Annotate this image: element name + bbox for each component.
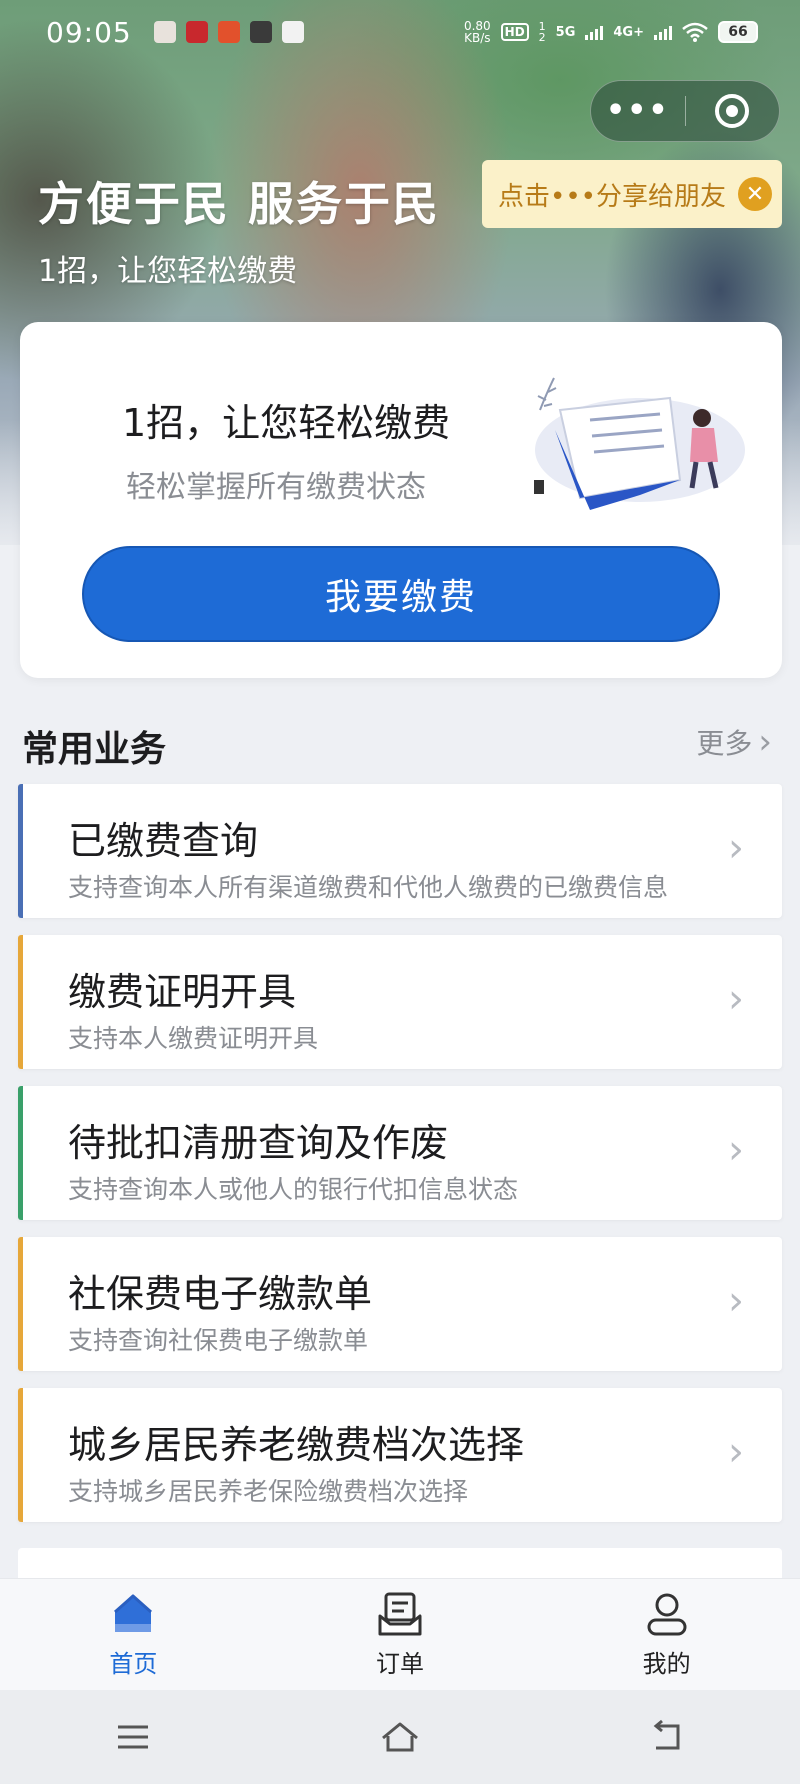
pay-now-button[interactable]: 我要缴费 xyxy=(82,546,720,642)
service-title: 城乡居民养老缴费档次选择 xyxy=(68,1423,525,1467)
home-icon xyxy=(382,1722,418,1752)
menu-icon xyxy=(118,1725,149,1749)
tab-label: 我的 xyxy=(642,1650,691,1678)
network-5g-label: 5G xyxy=(555,24,576,40)
tab-orders[interactable]: 订单 xyxy=(330,1590,470,1679)
target-icon xyxy=(715,94,750,128)
chevron-right-icon: › xyxy=(728,976,744,1022)
sim-indicator: 1 2 xyxy=(538,20,546,44)
service-list: 已缴费查询 支持查询本人所有渠道缴费和代他人缴费的已缴费信息 › 缴费证明开具 … xyxy=(18,784,782,1539)
tab-label: 订单 xyxy=(375,1650,424,1678)
battery-icon: 66 xyxy=(718,21,758,43)
music-notification-icon xyxy=(281,21,304,43)
signal-icon xyxy=(585,24,604,40)
status-time: 09:05 xyxy=(46,15,132,49)
menu-button[interactable] xyxy=(93,1707,173,1767)
status-indicators: 0.80 KB/s HD 1 2 5G 4G+ 66 xyxy=(464,20,758,44)
system-nav-bar xyxy=(0,1690,800,1784)
video-notification-icon xyxy=(249,21,272,43)
service-item-e-payment-slip[interactable]: 社保费电子缴款单 支持查询社保费电子缴款单 › xyxy=(18,1237,782,1371)
tab-bar: 首页 订单 我的 xyxy=(0,1578,800,1690)
accent-bar xyxy=(18,784,23,918)
service-description: 支持城乡居民养老保险缴费档次选择 xyxy=(68,1477,469,1506)
chevron-right-icon: › xyxy=(728,1278,744,1324)
section-title: 常用业务 xyxy=(22,729,167,770)
more-dots-icon: ••• xyxy=(605,93,670,128)
service-item-pension-level[interactable]: 城乡居民养老缴费档次选择 支持城乡居民养老保险缴费档次选择 › xyxy=(18,1388,782,1522)
close-miniprogram-button[interactable] xyxy=(686,81,780,141)
service-title: 待批扣清册查询及作废 xyxy=(68,1121,449,1165)
mail-notification-icon xyxy=(153,21,176,43)
service-title: 已缴费查询 xyxy=(68,819,259,863)
accent-bar xyxy=(18,1086,23,1220)
service-item-paid-query[interactable]: 已缴费查询 支持查询本人所有渠道缴费和代他人缴费的已缴费信息 › xyxy=(18,784,782,918)
share-tip-text: 点击•••分享给朋友 xyxy=(498,181,727,212)
wifi-icon xyxy=(682,22,708,42)
more-link[interactable]: 更多 › xyxy=(696,722,772,762)
pay-card: 1招，让您轻松缴费 轻松掌握所有缴费状态 我要缴费 xyxy=(20,322,782,678)
miniprogram-capsule: ••• xyxy=(590,80,780,142)
app-notification-icon xyxy=(217,21,240,43)
system-home-button[interactable] xyxy=(360,1707,440,1767)
chevron-right-icon: › xyxy=(728,825,744,871)
tab-home[interactable]: 首页 xyxy=(63,1590,203,1679)
hd-icon: HD xyxy=(500,23,529,41)
order-icon xyxy=(378,1592,422,1636)
tab-profile[interactable]: 我的 xyxy=(597,1590,737,1679)
more-button[interactable]: ••• xyxy=(591,81,685,141)
service-item-payment-certificate[interactable]: 缴费证明开具 支持本人缴费证明开具 › xyxy=(18,935,782,1069)
signal-icon xyxy=(654,24,672,40)
back-button[interactable] xyxy=(627,1707,707,1767)
home-icon xyxy=(114,1594,153,1632)
pay-card-title: 1招，让您轻松缴费 xyxy=(122,401,451,445)
service-title: 缴费证明开具 xyxy=(68,970,297,1014)
payment-illustration xyxy=(534,377,745,510)
profile-icon xyxy=(647,1593,687,1636)
accent-bar xyxy=(18,1388,23,1522)
accent-bar xyxy=(18,1237,23,1371)
service-description: 支持查询本人所有渠道缴费和代他人缴费的已缴费信息 xyxy=(68,873,669,902)
status-bar: 09:05 0.80 KB/s HD 1 2 5G 4G+ 66 xyxy=(0,0,800,64)
network-4g-label: 4G+ xyxy=(613,24,644,40)
more-label: 更多 xyxy=(696,727,753,760)
service-description: 支持查询社保费电子缴款单 xyxy=(68,1326,369,1355)
service-description: 支持本人缴费证明开具 xyxy=(68,1024,319,1053)
hero-subtitle: 1招，让您轻松缴费 xyxy=(38,254,298,289)
chevron-right-icon: › xyxy=(728,1429,744,1475)
accent-bar xyxy=(18,935,23,1069)
service-title: 社保费电子缴款单 xyxy=(68,1272,373,1316)
notification-icons xyxy=(153,21,304,43)
pay-card-description: 轻松掌握所有缴费状态 xyxy=(126,470,426,505)
back-icon xyxy=(653,1719,680,1750)
share-tip: 点击•••分享给朋友 ✕ xyxy=(482,160,782,228)
hero-title: 方便于民 服务于民 xyxy=(38,177,441,231)
network-speed: 0.80 KB/s xyxy=(463,19,491,45)
app-notification-icon xyxy=(185,21,208,43)
close-icon[interactable]: ✕ xyxy=(738,177,772,211)
service-item-pending-deduction[interactable]: 待批扣清册查询及作废 支持查询本人或他人的银行代扣信息状态 › xyxy=(18,1086,782,1220)
tab-label: 首页 xyxy=(109,1650,158,1678)
chevron-right-icon: › xyxy=(728,1127,744,1173)
chevron-right-icon: › xyxy=(758,722,772,762)
service-description: 支持查询本人或他人的银行代扣信息状态 xyxy=(68,1175,519,1204)
